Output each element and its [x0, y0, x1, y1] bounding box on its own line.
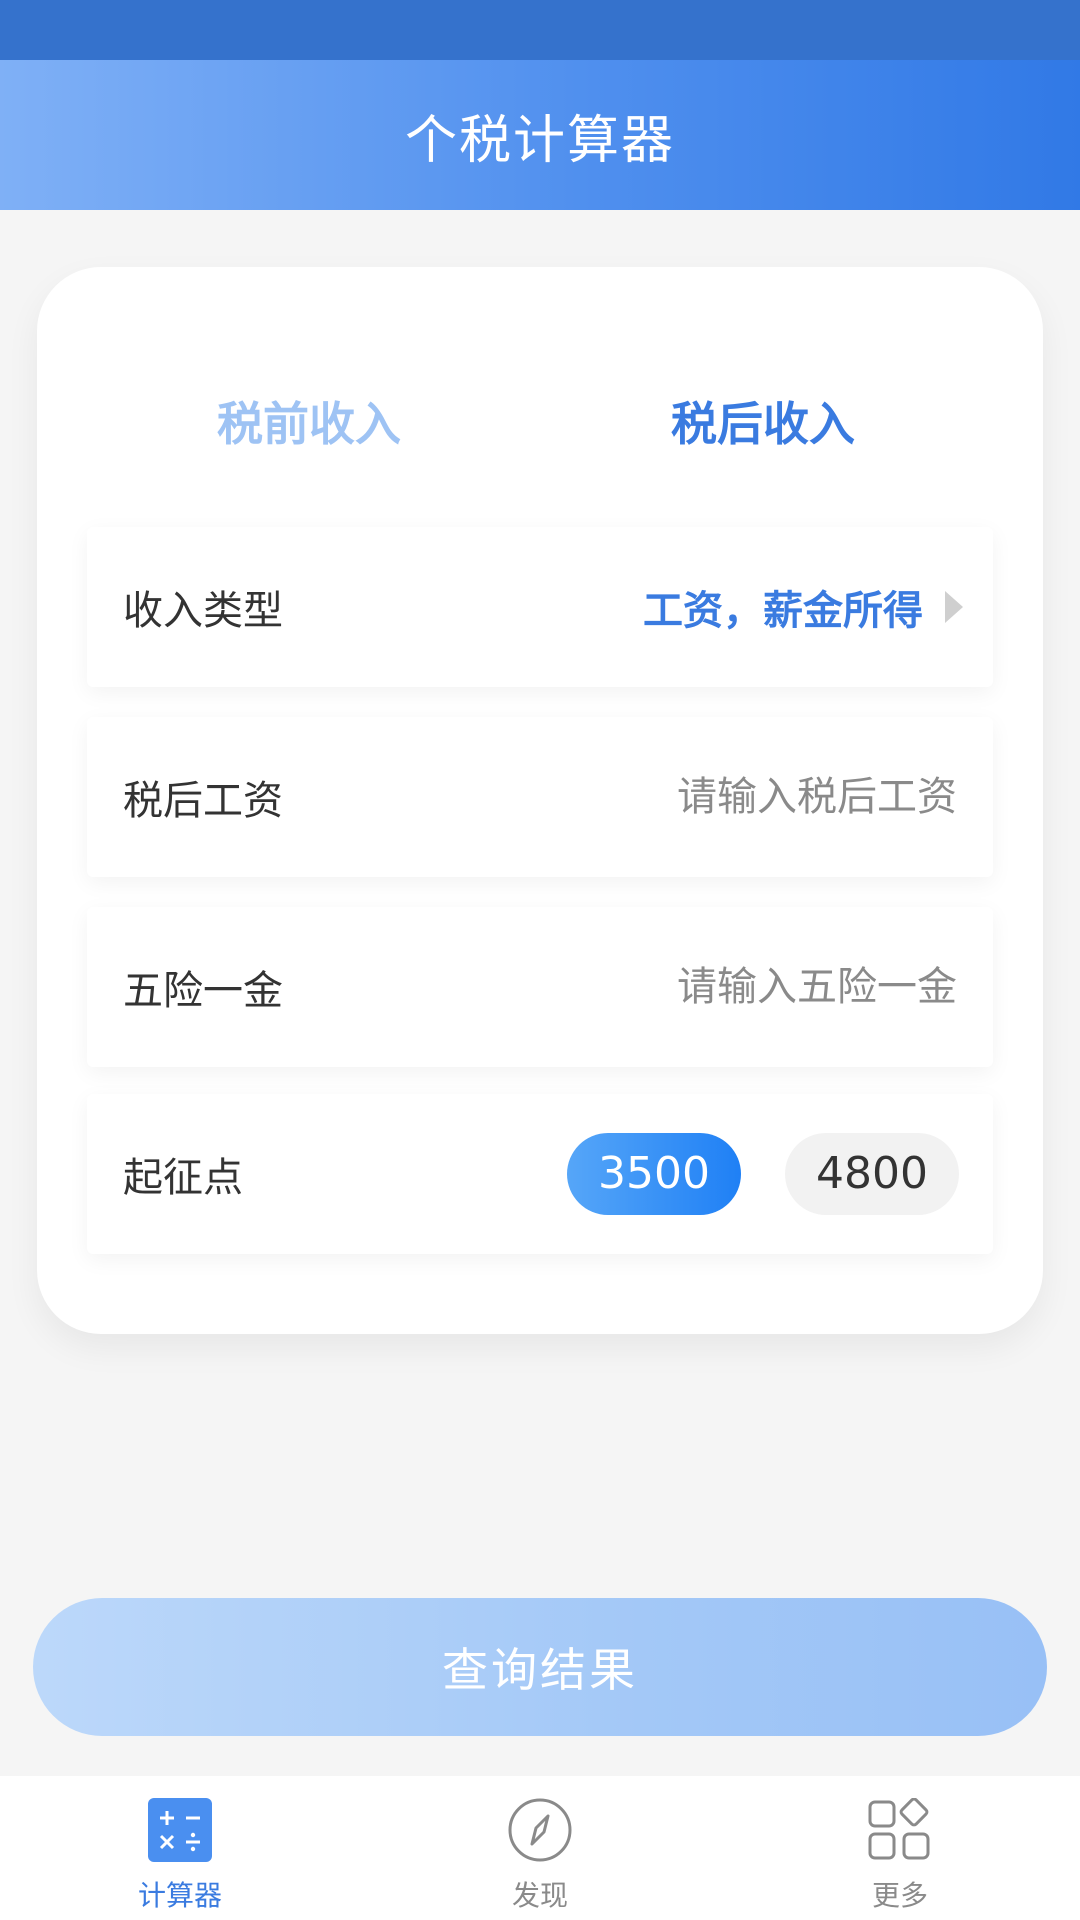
tab-post-tax[interactable]: 税后收入	[671, 389, 855, 463]
income-tabs: 税前收入 税后收入	[37, 267, 1043, 517]
status-bar	[0, 0, 1080, 60]
tab-pre-tax[interactable]: 税前收入	[217, 389, 401, 459]
compass-icon	[508, 1798, 572, 1862]
bottom-nav: 计算器 发现 更多	[0, 1776, 1080, 1920]
calculator-card: 税前收入 税后收入 收入类型 工资，薪金所得 税后工资 五险一金 起征点 350…	[37, 267, 1043, 1334]
query-result-button[interactable]: 查询结果	[33, 1598, 1047, 1736]
calculator-icon	[148, 1798, 212, 1862]
nav-item-calculator[interactable]: 计算器	[60, 1776, 300, 1920]
page-title: 个税计算器	[404, 110, 675, 171]
nav-label-calculator: 计算器	[137, 1879, 222, 1912]
nav-item-more[interactable]: 更多	[780, 1776, 1020, 1920]
apps-grid-icon	[868, 1798, 930, 1860]
tab-post-tax-label: 税后收入	[671, 397, 855, 451]
chevron-right-icon	[945, 591, 963, 623]
insurance-label: 五险一金	[123, 968, 283, 1014]
app-header: 个税计算器	[0, 60, 1080, 210]
nav-label-discover: 发现	[511, 1879, 568, 1912]
tab-pre-tax-label: 税前收入	[217, 397, 401, 451]
insurance-row: 五险一金	[87, 907, 993, 1067]
nav-item-discover[interactable]: 发现	[420, 1776, 660, 1920]
threshold-option-4800[interactable]: 4800	[785, 1133, 959, 1215]
insurance-input[interactable]	[537, 957, 957, 1017]
after-tax-salary-row: 税后工资	[87, 717, 993, 877]
threshold-row: 起征点 3500 4800	[87, 1094, 993, 1254]
threshold-label: 起征点	[123, 1155, 243, 1201]
after-tax-salary-input[interactable]	[537, 767, 957, 827]
income-type-value: 工资，薪金所得	[643, 588, 923, 634]
income-type-row[interactable]: 收入类型 工资，薪金所得	[87, 527, 993, 687]
threshold-option-3500[interactable]: 3500	[567, 1133, 741, 1215]
after-tax-salary-label: 税后工资	[123, 778, 283, 824]
nav-label-more: 更多	[871, 1879, 928, 1912]
income-type-label: 收入类型	[123, 588, 283, 634]
